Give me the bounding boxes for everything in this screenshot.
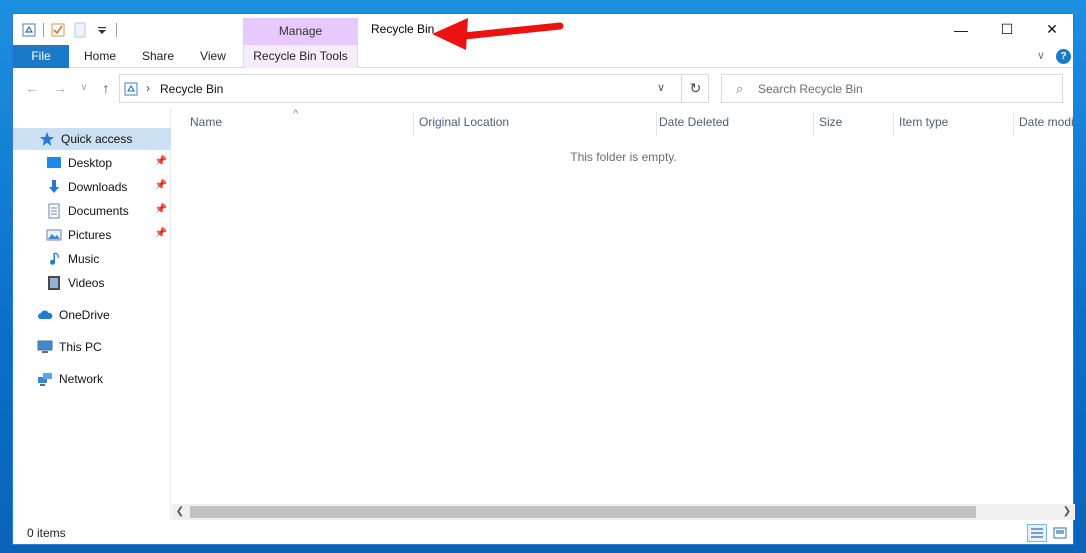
- navigation-row: ← → ∨ ↑ › Recycle Bin ∨ ↻ ⌕: [13, 68, 1073, 108]
- column-header-item-type[interactable]: Item type: [893, 108, 1013, 136]
- breadcrumb-recycle-bin[interactable]: Recycle Bin: [160, 82, 223, 96]
- sidebar-item-network[interactable]: Network: [13, 368, 171, 390]
- sidebar-item-desktop[interactable]: Desktop 📌: [13, 152, 171, 174]
- address-bar[interactable]: › Recycle Bin ∨ ↻: [119, 74, 709, 103]
- sidebar-item-label: Quick access: [61, 132, 133, 146]
- up-icon[interactable]: ↑: [97, 78, 115, 98]
- sidebar-item-label: Documents: [68, 204, 129, 218]
- pin-icon: 📌: [154, 156, 167, 167]
- large-icons-view-icon: [1053, 527, 1067, 539]
- sidebar-item-label: This PC: [59, 340, 102, 354]
- refresh-button[interactable]: ↻: [681, 75, 709, 102]
- sidebar-item-label: Downloads: [68, 180, 128, 194]
- column-header-original-location[interactable]: Original Location: [413, 108, 656, 136]
- downloads-icon: [49, 180, 59, 193]
- tab-file[interactable]: File: [13, 45, 69, 68]
- recycle-bin-icon[interactable]: [21, 22, 37, 38]
- collapse-ribbon-icon[interactable]: ∨: [1033, 45, 1049, 68]
- column-header-date-modified[interactable]: Date modified: [1013, 108, 1075, 136]
- pin-icon: 📌: [154, 228, 167, 239]
- search-icon: ⌕: [736, 81, 744, 96]
- pictures-icon: [46, 229, 62, 241]
- sidebar-item-quick-access[interactable]: Quick access: [13, 128, 171, 150]
- sidebar-item-documents[interactable]: Documents 📌: [13, 200, 171, 222]
- sidebar-item-label: OneDrive: [59, 308, 110, 322]
- column-header-date-deleted[interactable]: Date Deleted: [653, 108, 813, 136]
- forward-icon[interactable]: →: [51, 78, 69, 98]
- sidebar-item-label: Pictures: [68, 228, 112, 242]
- back-icon[interactable]: ←: [23, 78, 41, 98]
- address-dropdown-icon[interactable]: ∨: [657, 81, 665, 94]
- videos-icon: [48, 276, 60, 290]
- qat-separator: [116, 23, 117, 37]
- recent-locations-icon[interactable]: ∨: [75, 78, 93, 98]
- sidebar-item-label: Videos: [68, 276, 105, 290]
- large-icons-view-button[interactable]: [1050, 524, 1070, 542]
- tab-view[interactable]: View: [190, 45, 236, 68]
- properties-icon[interactable]: [50, 22, 66, 38]
- sidebar-item-label: Music: [68, 252, 100, 266]
- help-icon[interactable]: ?: [1056, 49, 1071, 64]
- sidebar-item-onedrive[interactable]: OneDrive: [13, 304, 171, 326]
- tab-manage[interactable]: Manage: [243, 18, 358, 45]
- sidebar-item-label: Network: [59, 372, 104, 386]
- scrollbar-thumb[interactable]: [190, 506, 976, 518]
- close-button[interactable]: ✕: [1029, 14, 1075, 45]
- documents-icon: [48, 203, 60, 219]
- minimize-button[interactable]: —: [938, 14, 984, 45]
- tab-recycle-bin-tools[interactable]: Recycle Bin Tools: [243, 45, 358, 68]
- explorer-window: Manage Recycle Bin — ☐ ✕ File Home Share…: [12, 13, 1075, 546]
- music-icon: [50, 252, 59, 265]
- search-input[interactable]: [758, 79, 1048, 99]
- sidebar-item-this-pc[interactable]: This PC: [13, 336, 171, 358]
- tab-share[interactable]: Share: [133, 45, 183, 68]
- scroll-right-icon[interactable]: ❯: [1059, 504, 1075, 520]
- desktop-icon: [47, 157, 61, 168]
- column-header-size[interactable]: Size: [813, 108, 893, 136]
- qat-separator: [43, 23, 44, 37]
- star-icon: [40, 132, 54, 146]
- tab-home[interactable]: Home: [75, 45, 125, 68]
- maximize-button[interactable]: ☐: [984, 14, 1030, 45]
- search-box[interactable]: ⌕: [721, 74, 1063, 103]
- item-count: 0 items: [27, 526, 66, 540]
- sidebar-item-videos[interactable]: Videos: [13, 272, 171, 294]
- horizontal-scrollbar[interactable]: ❮ ❯: [172, 504, 1075, 520]
- scroll-left-icon[interactable]: ❮: [172, 504, 188, 520]
- onedrive-icon: [38, 310, 53, 319]
- customize-qat-icon[interactable]: [94, 22, 110, 38]
- pin-icon: 📌: [154, 180, 167, 191]
- navigation-pane: Quick access Desktop 📌 Downloads 📌 Docum…: [13, 108, 171, 520]
- recycle-bin-icon: [124, 82, 138, 96]
- annotation-arrow: [432, 18, 564, 50]
- network-icon: [38, 373, 52, 386]
- sidebar-item-label: Desktop: [68, 156, 113, 170]
- file-list[interactable]: ^ Name Original Location Date Deleted Si…: [172, 108, 1075, 520]
- new-folder-icon[interactable]: [72, 22, 88, 38]
- empty-folder-message: This folder is empty.: [570, 150, 677, 164]
- column-header-name[interactable]: Name: [184, 108, 414, 136]
- details-view-button[interactable]: [1027, 524, 1047, 542]
- pin-icon: 📌: [154, 204, 167, 215]
- sidebar-item-pictures[interactable]: Pictures 📌: [13, 224, 171, 246]
- status-bar: 0 items: [13, 520, 1073, 546]
- computer-icon: [37, 340, 53, 353]
- quick-access-toolbar: [21, 20, 117, 40]
- window-title: Recycle Bin: [371, 22, 435, 36]
- details-view-icon: [1031, 528, 1043, 538]
- sidebar-item-downloads[interactable]: Downloads 📌: [13, 176, 171, 198]
- sidebar-item-music[interactable]: Music: [13, 248, 171, 270]
- breadcrumb-separator[interactable]: ›: [146, 81, 150, 95]
